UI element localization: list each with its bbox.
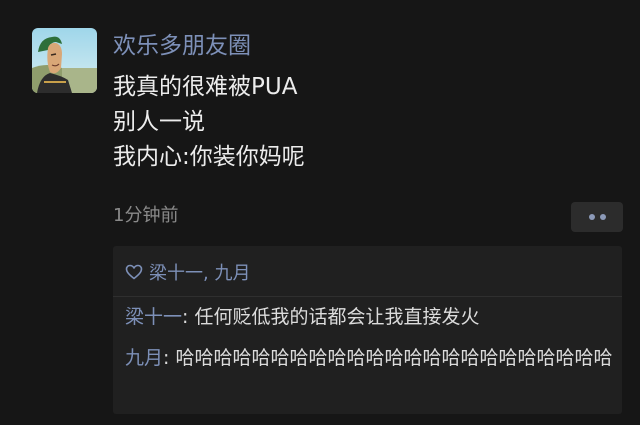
commenter-name[interactable]: 梁十一 [125, 306, 182, 328]
comment-item[interactable]: 梁十一: 任何贬低我的话都会让我直接发火 [125, 303, 615, 332]
comment-separator: : [163, 347, 176, 369]
commenter-name[interactable]: 九月 [125, 347, 163, 369]
post-line: 我真的很难被PUA [113, 74, 298, 100]
heart-outline-icon [125, 264, 143, 280]
more-dots-icon [588, 214, 595, 220]
post-author-name[interactable]: 欢乐多朋友圈 [113, 31, 251, 61]
more-dots-icon [599, 214, 606, 220]
likes-row: 梁十一, 九月 [125, 258, 250, 286]
more-options-button[interactable] [571, 202, 623, 232]
post-line: 别人一说 [113, 109, 205, 135]
comment-item[interactable]: 九月: 哈哈哈哈哈哈哈哈哈哈哈哈哈哈哈哈哈哈哈哈哈哈哈 [125, 344, 615, 373]
avatar[interactable] [32, 28, 97, 93]
post-timestamp: 1分钟前 [113, 205, 179, 226]
post-content: 我真的很难被PUA 别人一说 我内心:你装你妈呢 [113, 70, 305, 175]
comment-separator: : [182, 306, 195, 328]
comments-panel: 梁十一, 九月 梁十一: 任何贬低我的话都会让我直接发火 九月: 哈哈哈哈哈哈哈… [113, 246, 622, 414]
post-line: 我内心:你装你妈呢 [113, 144, 305, 170]
comment-text: 哈哈哈哈哈哈哈哈哈哈哈哈哈哈哈哈哈哈哈哈哈哈哈 [175, 347, 613, 369]
comment-text: 任何贬低我的话都会让我直接发火 [194, 306, 480, 328]
divider [113, 296, 622, 297]
likes-names[interactable]: 梁十一, 九月 [149, 259, 250, 285]
